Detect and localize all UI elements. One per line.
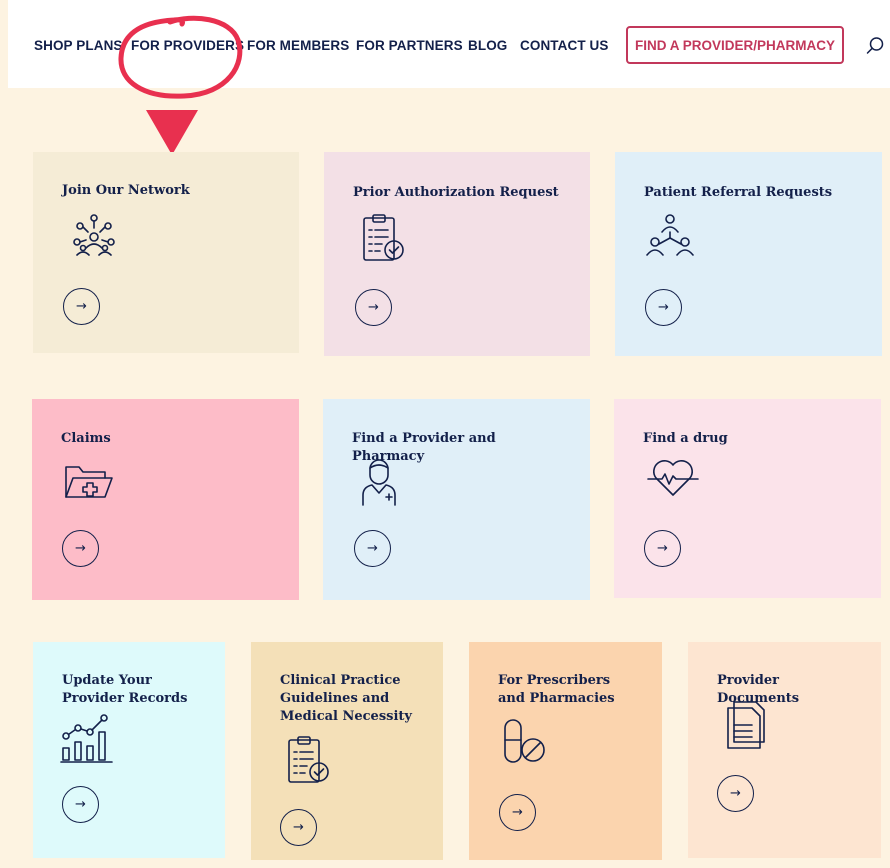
pointer-arrow-annotation	[146, 110, 198, 155]
card-title: Clinical Practice Guidelines and Medical…	[280, 673, 412, 724]
card-title: For Prescribers and Pharmacies	[498, 673, 615, 706]
nav-for-members[interactable]: FOR MEMBERS	[247, 38, 349, 53]
arrow-right-icon[interactable]: →	[645, 289, 682, 326]
card-claims[interactable]: Claims →	[32, 399, 299, 600]
card-find-provider-pharmacy[interactable]: Find a Provider and Pharmacy →	[323, 399, 590, 600]
find-provider-pharmacy-button[interactable]: FIND A PROVIDER/PHARMACY	[626, 26, 844, 64]
card-prescribers-pharmacies[interactable]: For Prescribers and Pharmacies →	[469, 642, 662, 860]
network-people-icon	[67, 210, 121, 264]
card-title: Find a drug	[643, 431, 728, 446]
documents-icon	[720, 698, 774, 752]
arrow-right-icon[interactable]: →	[499, 794, 536, 831]
card-clinical-practice-guidelines[interactable]: Clinical Practice Guidelines and Medical…	[251, 642, 443, 860]
pill-prohibited-icon	[497, 716, 551, 770]
nav-contact-us[interactable]: CONTACT US	[520, 38, 609, 53]
card-prior-authorization-request[interactable]: Prior Authorization Request →	[324, 152, 590, 356]
arrow-right-icon[interactable]: →	[717, 775, 754, 812]
search-icon[interactable]	[864, 35, 886, 57]
arrow-right-icon[interactable]: →	[354, 530, 391, 567]
nav-shop-plans[interactable]: SHOP PLANS	[34, 38, 123, 53]
card-title: Update Your Provider Records	[62, 673, 188, 706]
card-find-a-drug[interactable]: Find a drug →	[614, 399, 881, 598]
card-title: Patient Referral Requests	[644, 185, 833, 200]
arrow-right-icon[interactable]: →	[644, 530, 681, 567]
clipboard-check-icon	[283, 734, 337, 788]
card-update-provider-records[interactable]: Update Your Provider Records →	[33, 642, 225, 858]
clipboard-check-icon	[358, 212, 412, 266]
nav-for-providers[interactable]: FOR PROVIDERS	[131, 38, 244, 53]
card-title: Claims	[61, 431, 111, 446]
nav-blog[interactable]: BLOG	[468, 38, 507, 53]
card-title: Join Our Network	[62, 183, 190, 198]
referral-people-icon	[643, 212, 697, 266]
card-title: Prior Authorization Request	[353, 185, 559, 200]
heart-pulse-icon	[646, 451, 700, 505]
site-header: SHOP PLANS FOR PROVIDERS FOR MEMBERS FOR…	[8, 0, 890, 88]
card-patient-referral-requests[interactable]: Patient Referral Requests →	[615, 152, 882, 356]
chart-growth-icon	[60, 712, 114, 766]
doctor-icon	[355, 455, 409, 509]
arrow-right-icon[interactable]: →	[63, 288, 100, 325]
arrow-right-icon[interactable]: →	[355, 289, 392, 326]
folder-medical-icon	[62, 455, 116, 509]
arrow-right-icon[interactable]: →	[62, 786, 99, 823]
arrow-right-icon[interactable]: →	[280, 809, 317, 846]
arrow-right-icon[interactable]: →	[62, 530, 99, 567]
card-join-our-network[interactable]: Join Our Network →	[33, 152, 299, 353]
nav-for-partners[interactable]: FOR PARTNERS	[356, 38, 463, 53]
card-provider-documents[interactable]: Provider Documents →	[688, 642, 881, 858]
